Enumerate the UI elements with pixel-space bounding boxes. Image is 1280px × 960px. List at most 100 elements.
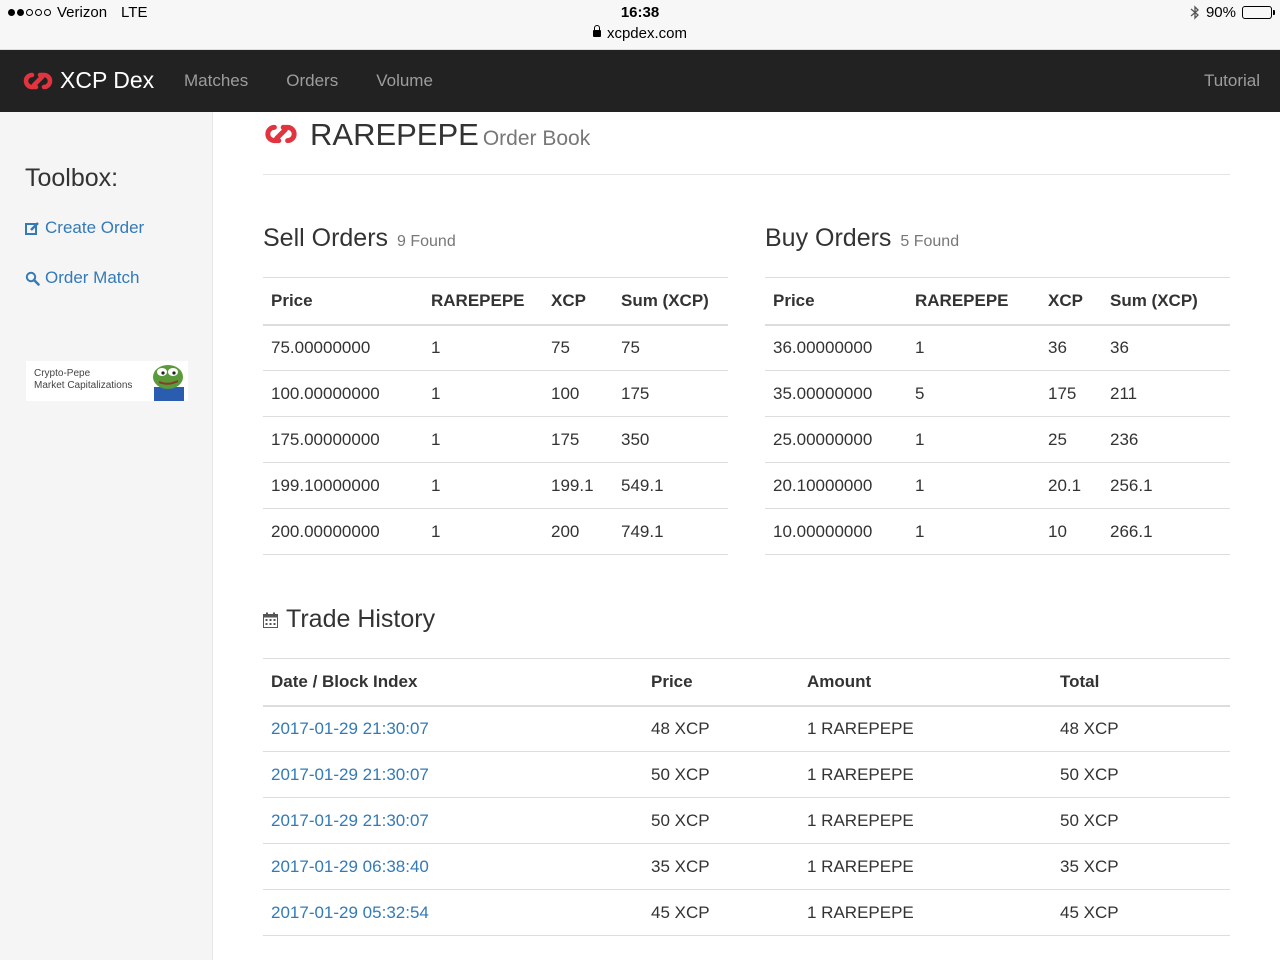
column-header: RAREPEPE — [907, 277, 1040, 326]
table-cell: 48 XCP — [643, 705, 799, 752]
table-cell: 20.1 — [1040, 462, 1102, 509]
trade-date-link[interactable]: 2017-01-29 21:30:07 — [263, 751, 643, 798]
column-header: Date / Block Index — [263, 658, 643, 707]
table-cell: 20.10000000 — [765, 462, 907, 509]
clock: 16:38 — [620, 4, 660, 21]
column-header: Total — [1052, 658, 1230, 707]
table-cell: 549.1 — [613, 462, 728, 509]
table-cell: 749.1 — [613, 508, 728, 555]
table-cell: 256.1 — [1102, 462, 1230, 509]
xcp-logo-icon — [23, 72, 53, 89]
create-order-link[interactable]: Create Order — [25, 218, 144, 238]
table-cell: 75 — [543, 324, 613, 371]
trade-date-link[interactable]: 2017-01-29 21:30:07 — [263, 797, 643, 844]
banner-text: Crypto-Pepe Market Capitalizations — [34, 368, 133, 391]
pepe-frog-icon — [153, 365, 184, 401]
toolbox-title: Toolbox: — [25, 164, 119, 192]
table-cell: 50 XCP — [643, 797, 799, 844]
page-header: RAREPEPE Order Book — [263, 112, 1230, 175]
status-right: 90% — [1190, 4, 1275, 21]
table-cell: 45 XCP — [643, 889, 799, 936]
trade-date-link[interactable]: 2017-01-29 05:32:54 — [263, 889, 643, 936]
table-cell: 1 — [423, 508, 543, 555]
column-header: Price — [263, 277, 423, 326]
trade-date-link[interactable]: 2017-01-29 21:30:07 — [263, 705, 643, 752]
table-cell: 35.00000000 — [765, 370, 907, 417]
calendar-icon — [263, 612, 278, 628]
battery-percent: 90% — [1205, 4, 1236, 21]
create-order-label: Create Order — [45, 218, 145, 237]
table-cell: 1 — [423, 324, 543, 371]
table-cell: 1 — [907, 508, 1040, 555]
table-row: 35.00000000 5 175 211 — [765, 370, 1230, 417]
table-cell: 175.00000000 — [263, 416, 423, 463]
table-cell: 1 — [423, 462, 543, 509]
top-navbar: XCP Dex Matches Orders Volume Tutorial — [0, 50, 1280, 112]
search-icon — [25, 271, 40, 286]
order-match-link[interactable]: Order Match — [25, 268, 139, 288]
table-cell: 1 — [423, 416, 543, 463]
nav-volume[interactable]: Volume — [376, 71, 433, 91]
table-cell: 45 XCP — [1052, 889, 1230, 936]
table-cell: 1 RAREPEPE — [799, 797, 1052, 844]
trade-date-link[interactable]: 2017-01-29 06:38:40 — [263, 843, 643, 890]
table-header-row: Price RAREPEPE XCP Sum (XCP) — [765, 277, 1230, 326]
table-cell: 1 — [907, 324, 1040, 371]
ios-status-bar: Verizon LTE 16:38 xcpdex.com 90% — [0, 0, 1280, 50]
column-header: XCP — [1040, 277, 1102, 326]
table-cell: 10.00000000 — [765, 508, 907, 555]
order-match-label: Order Match — [45, 268, 140, 287]
nav-orders[interactable]: Orders — [286, 71, 338, 91]
table-row: 2017-01-29 05:32:54 45 XCP 1 RAREPEPE 45 XC… — [263, 889, 1230, 936]
column-header: Price — [643, 658, 799, 707]
table-cell: 200.00000000 — [263, 508, 423, 555]
table-row: 2017-01-29 21:30:07 48 XCP 1 RAREPEPE 48 XC… — [263, 705, 1230, 752]
buy-orders-table: Price RAREPEPE XCP Sum (XCP) 36.00000000… — [765, 277, 1230, 555]
column-header: Sum (XCP) — [1102, 277, 1230, 326]
lock-icon — [592, 25, 601, 37]
battery-icon — [1242, 6, 1275, 19]
table-cell: 199.10000000 — [263, 462, 423, 509]
edit-icon — [25, 221, 39, 235]
table-cell: 211 — [1102, 370, 1230, 417]
nav-tutorial[interactable]: Tutorial — [1204, 71, 1260, 91]
table-cell: 266.1 — [1102, 508, 1230, 555]
page-title: RAREPEPE Order Book — [310, 117, 590, 153]
table-cell: 175 — [1040, 370, 1102, 417]
table-cell: 199.1 — [543, 462, 613, 509]
sell-orders-table: Price RAREPEPE XCP Sum (XCP) 75.00000000… — [263, 277, 728, 555]
trade-history-table: Date / Block Index Price Amount Total 20… — [263, 658, 1230, 936]
table-cell: 1 — [423, 370, 543, 417]
table-cell: 75.00000000 — [263, 324, 423, 371]
nav-matches[interactable]: Matches — [184, 71, 248, 91]
table-row: 20.10000000 1 20.1 256.1 — [765, 462, 1230, 509]
table-cell: 35 XCP — [1052, 843, 1230, 890]
column-header: Sum (XCP) — [613, 277, 728, 326]
sell-orders-heading: Sell Orders 9 Found — [263, 224, 456, 252]
table-cell: 236 — [1102, 416, 1230, 463]
brand-link[interactable]: XCP Dex — [22, 67, 154, 94]
table-cell: 1 RAREPEPE — [799, 843, 1052, 890]
asset-name: RAREPEPE — [310, 117, 479, 152]
table-row: 199.10000000 1 199.1 549.1 — [263, 462, 728, 509]
table-row: 10.00000000 1 10 266.1 — [765, 508, 1230, 555]
table-header-row: Date / Block Index Price Amount Total — [263, 658, 1230, 707]
table-cell: 36 — [1102, 324, 1230, 371]
table-cell: 1 RAREPEPE — [799, 751, 1052, 798]
buy-orders-heading: Buy Orders 5 Found — [765, 224, 960, 252]
table-cell: 5 — [907, 370, 1040, 417]
table-row: 2017-01-29 06:38:40 35 XCP 1 RAREPEPE 35 XC… — [263, 843, 1230, 890]
table-cell: 36.00000000 — [765, 324, 907, 371]
table-row: 2017-01-29 21:30:07 50 XCP 1 RAREPEPE 50 XC… — [263, 797, 1230, 844]
bluetooth-icon — [1190, 5, 1199, 20]
table-cell: 1 RAREPEPE — [799, 889, 1052, 936]
table-row: 2017-01-29 21:30:07 50 XCP 1 RAREPEPE 50 XC… — [263, 751, 1230, 798]
table-cell: 36 — [1040, 324, 1102, 371]
table-row: 200.00000000 1 200 749.1 — [263, 508, 728, 555]
table-cell: 100.00000000 — [263, 370, 423, 417]
url-bar[interactable]: xcpdex.com — [0, 25, 1280, 42]
crypto-pepe-banner[interactable]: Crypto-Pepe Market Capitalizations — [26, 361, 188, 401]
page-subtitle: Order Book — [482, 127, 591, 150]
brand-name: XCP Dex — [60, 67, 155, 93]
table-row: 25.00000000 1 25 236 — [765, 416, 1230, 463]
